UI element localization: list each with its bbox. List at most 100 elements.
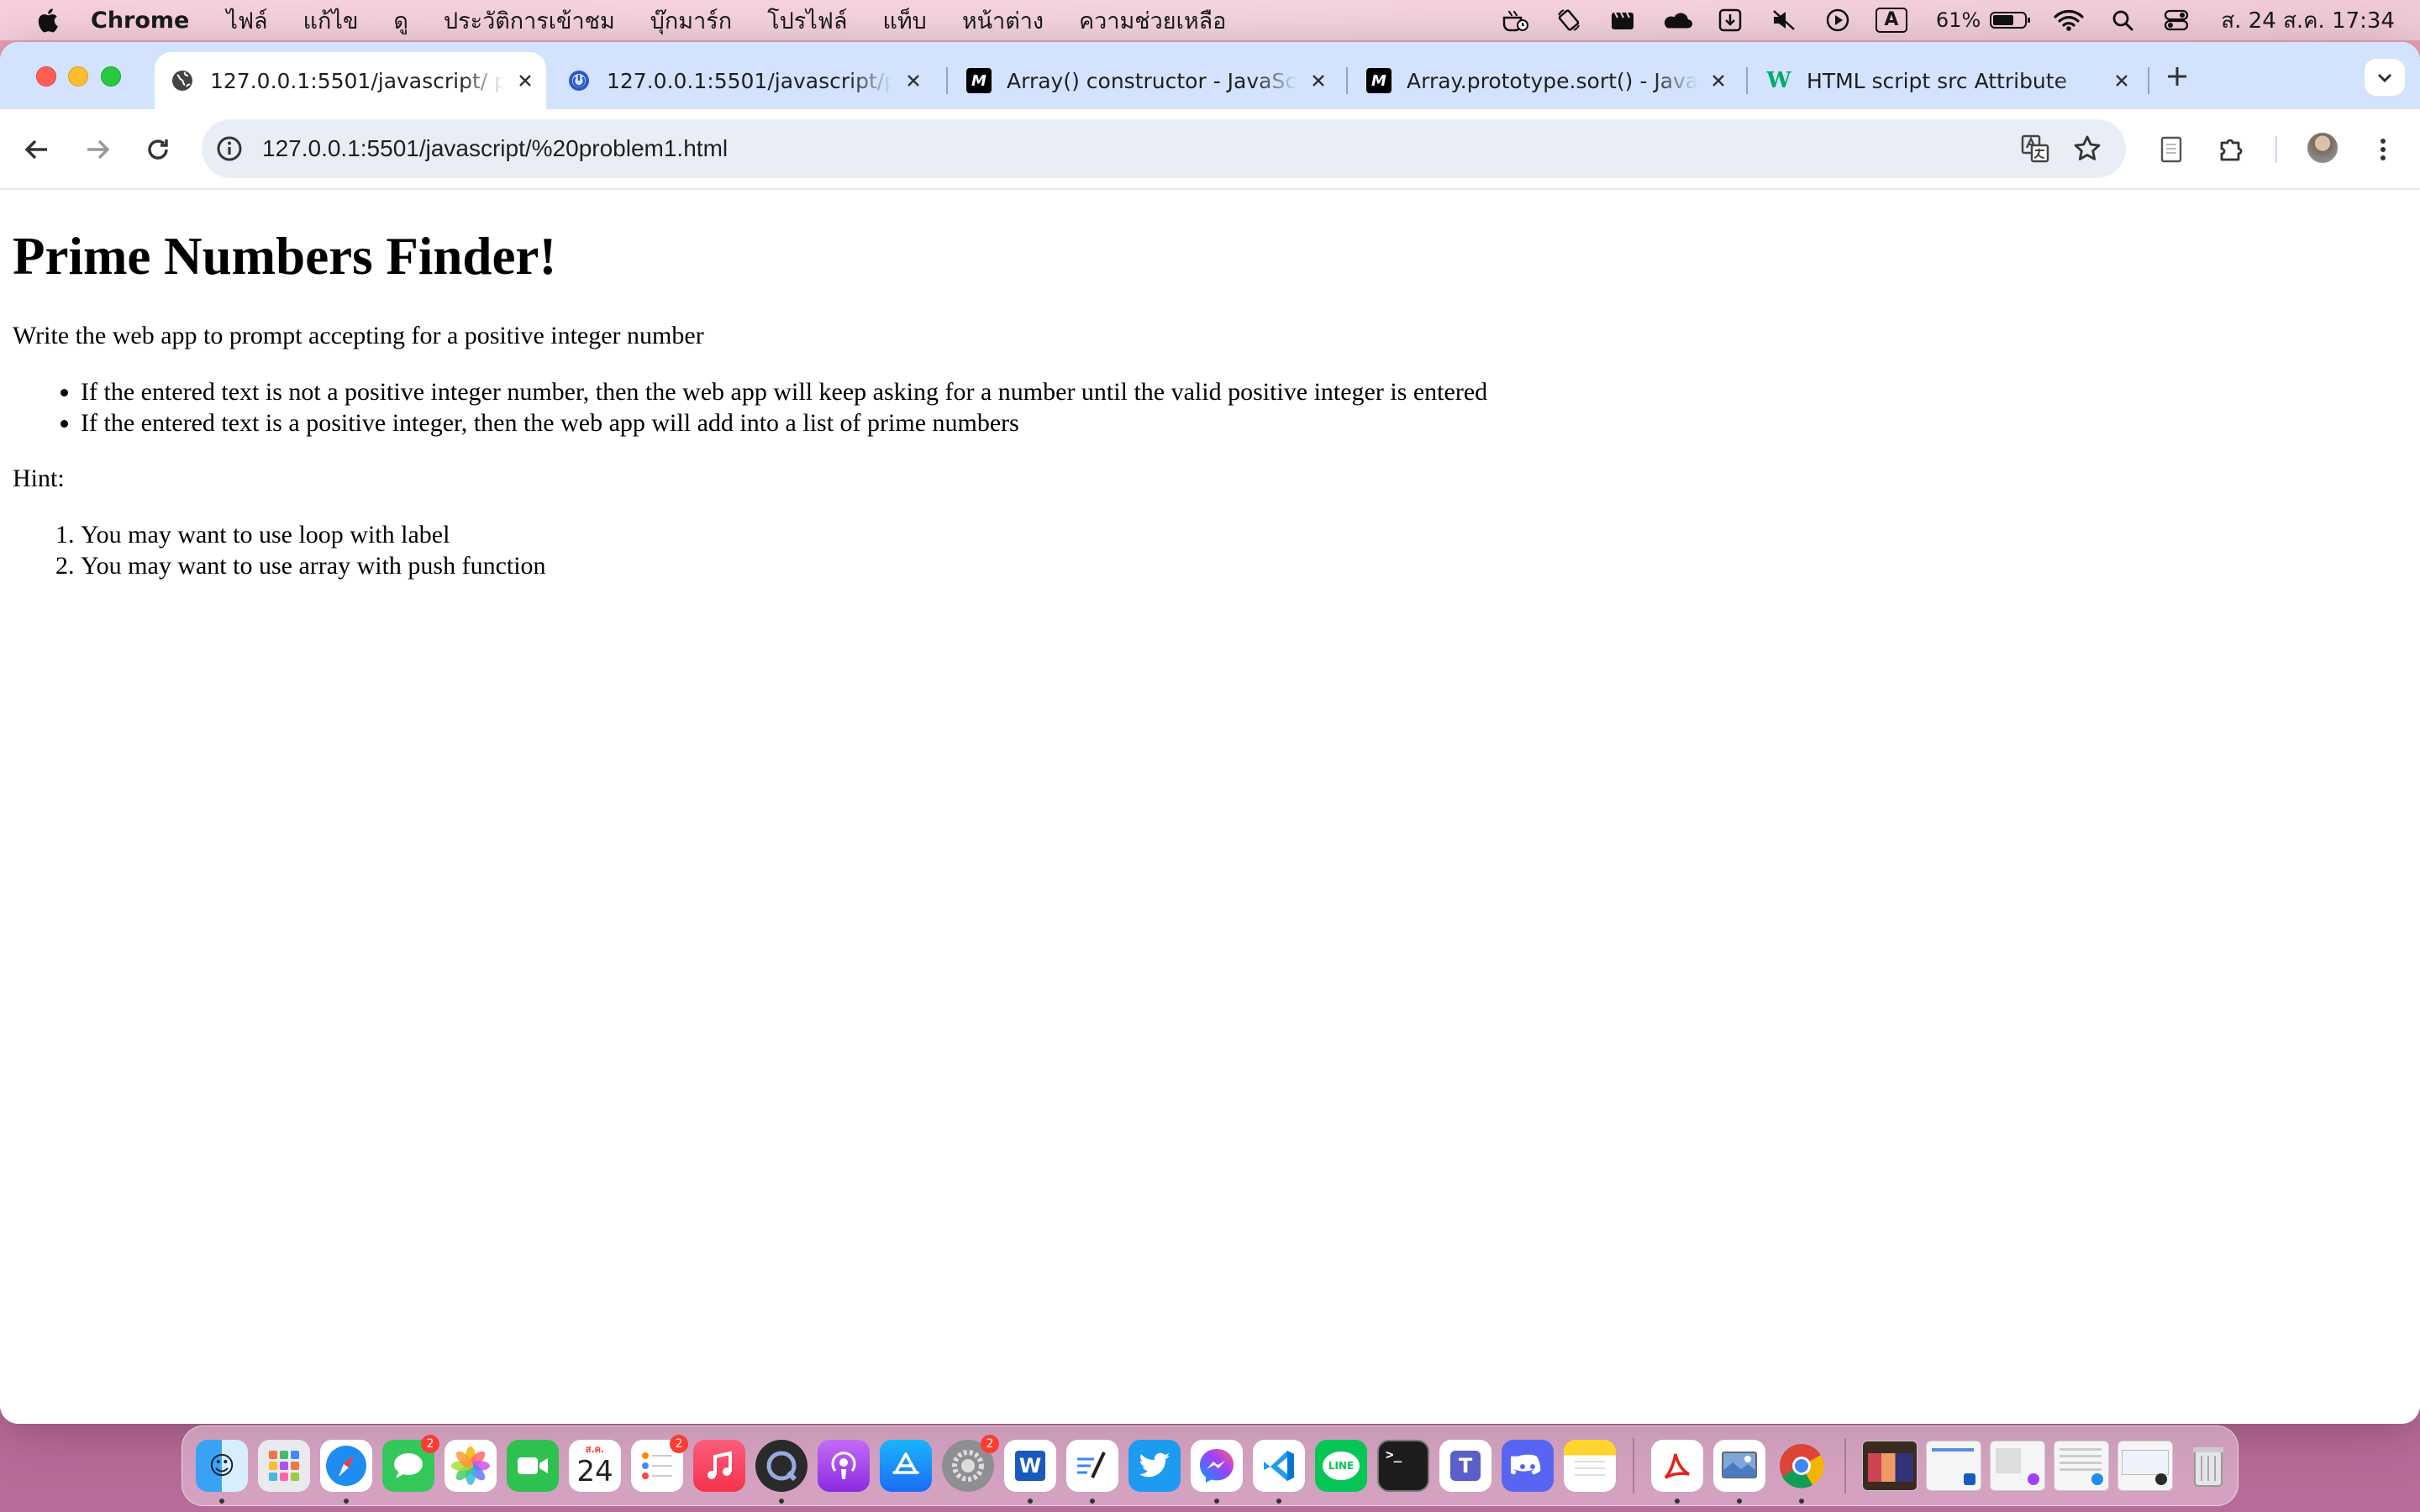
dock-divider <box>1633 1438 1634 1494</box>
twitter-icon[interactable] <box>1128 1440 1181 1492</box>
menu-window[interactable]: หน้าต่าง <box>962 3 1044 39</box>
menu-help[interactable]: ความช่วยเหลือ <box>1079 3 1226 39</box>
discord-icon[interactable] <box>1502 1440 1554 1492</box>
chrome-menu-kebab-icon[interactable] <box>2368 134 2398 165</box>
line-icon[interactable]: LINE <box>1315 1440 1367 1492</box>
play-icon[interactable] <box>1822 4 1854 36</box>
safari-icon[interactable] <box>320 1440 372 1504</box>
close-tab-icon[interactable] <box>2112 71 2131 90</box>
preview-icon[interactable] <box>1713 1440 1765 1504</box>
messages-icon[interactable]: 2 <box>382 1435 439 1492</box>
close-tab-icon[interactable] <box>516 71 534 90</box>
facetime-icon[interactable] <box>507 1440 559 1492</box>
tab-array-constructor[interactable]: M Array() constructor - JavaScript <box>951 52 1339 109</box>
minimized-window-thumbnail[interactable] <box>1862 1441 1918 1491</box>
hints-list: You may want to use loop with label You … <box>81 519 2407 581</box>
address-bar[interactable]: 127.0.0.1:5501/javascript/%20problem1.ht… <box>202 119 2126 178</box>
intro-paragraph: Write the web app to prompt accepting fo… <box>13 321 704 349</box>
mute-icon[interactable] <box>1768 4 1800 36</box>
tab-problem-live-server[interactable]: 127.0.0.1:5501/javascript/problem <box>551 52 934 109</box>
menubar-clock[interactable]: ส. 24 ส.ค. 17:34 <box>2221 3 2395 38</box>
reading-mode-icon[interactable] <box>2156 134 2186 165</box>
spotlight-search-icon[interactable] <box>2107 4 2139 36</box>
site-info-icon[interactable] <box>215 134 244 163</box>
close-tab-icon[interactable] <box>1309 71 1328 90</box>
podcasts-icon[interactable] <box>818 1440 870 1492</box>
close-window-button[interactable] <box>36 66 56 87</box>
control-center-icon[interactable] <box>2160 4 2192 36</box>
extensions-puzzle-icon[interactable] <box>2217 134 2247 165</box>
apple-menu-icon[interactable] <box>35 7 59 34</box>
coffee-icon[interactable] <box>1499 4 1531 36</box>
notes-icon[interactable] <box>1564 1440 1616 1492</box>
photos-icon[interactable] <box>445 1440 497 1492</box>
translate-icon[interactable] <box>2020 134 2050 164</box>
terminal-icon[interactable]: >_ <box>1377 1440 1429 1492</box>
tab-separator <box>1346 67 1348 94</box>
minimized-window-thumbnail[interactable] <box>1990 1441 2045 1491</box>
tab-array-sort[interactable]: M Array.prototype.sort() - JavaScript <box>1351 52 1739 109</box>
clapper-icon[interactable] <box>1607 4 1639 36</box>
mdn-icon: M <box>1366 68 1392 93</box>
quicktime-icon[interactable] <box>755 1440 808 1504</box>
back-arrow-icon[interactable] <box>22 134 52 165</box>
teams-icon[interactable]: T <box>1439 1440 1491 1492</box>
minimized-window-thumbnail[interactable] <box>2054 1441 2109 1491</box>
cloud-icon[interactable] <box>1660 4 1692 36</box>
profile-avatar[interactable] <box>2306 131 2339 165</box>
download-icon[interactable] <box>1714 4 1746 36</box>
acrobat-icon[interactable] <box>1651 1440 1703 1504</box>
word-icon[interactable]: W <box>1004 1440 1056 1504</box>
calendar-icon[interactable]: ส.ค. 24 <box>569 1440 621 1492</box>
app-store-icon[interactable] <box>880 1440 932 1492</box>
close-tab-icon[interactable] <box>904 71 923 90</box>
menu-view[interactable]: ดู <box>393 3 408 39</box>
bookmark-star-icon[interactable] <box>2072 134 2102 164</box>
menu-profiles[interactable]: โปรไฟล์ <box>767 3 847 39</box>
w3schools-icon: W <box>1766 68 1791 93</box>
minimized-window-thumbnail[interactable] <box>2118 1441 2173 1491</box>
tab-html-script-src[interactable]: W HTML script src Attribute <box>1751 52 2143 109</box>
freeform-icon[interactable] <box>1066 1440 1118 1504</box>
minimize-window-button[interactable] <box>68 66 88 87</box>
reminders-icon[interactable]: 2 <box>631 1435 688 1492</box>
chrome-icon[interactable] <box>1776 1440 1828 1504</box>
finder-icon[interactable]: ☺ <box>196 1440 248 1504</box>
list-item: If the entered text is a positive intege… <box>81 407 2407 438</box>
mdn-icon: M <box>966 68 992 93</box>
new-tab-plus-icon[interactable] <box>2165 64 2190 89</box>
running-indicator <box>1799 1499 1804 1504</box>
menu-bookmarks[interactable]: บุ๊กมาร์ก <box>650 3 732 39</box>
close-tab-icon[interactable] <box>1709 71 1728 90</box>
tab-search-button[interactable] <box>2365 59 2405 96</box>
menu-tab[interactable]: แท็บ <box>882 3 926 39</box>
menu-file[interactable]: ไฟล์ <box>226 3 267 39</box>
menu-history[interactable]: ประวัติการเข้าชม <box>444 3 615 39</box>
reload-icon[interactable] <box>143 134 173 165</box>
rotation-icon[interactable] <box>1553 4 1585 36</box>
list-item: If the entered text is not a positive in… <box>81 376 2407 407</box>
live-server-icon <box>569 71 589 91</box>
tab-separator <box>1746 67 1748 94</box>
launchpad-icon[interactable] <box>258 1440 310 1492</box>
tab-separator <box>2148 67 2149 94</box>
vscode-icon[interactable] <box>1253 1440 1305 1504</box>
app-menu-chrome[interactable]: Chrome <box>91 8 189 34</box>
menu-edit[interactable]: แก้ไข <box>303 3 359 39</box>
messenger-icon[interactable] <box>1191 1440 1243 1504</box>
running-indicator <box>779 1499 784 1504</box>
input-source-icon[interactable]: A <box>1875 4 1907 36</box>
forward-arrow-icon[interactable] <box>82 134 113 165</box>
running-indicator <box>1090 1499 1095 1504</box>
tab-problem1-active[interactable]: 127.0.0.1:5501/javascript/ problem1.html <box>155 52 546 109</box>
macos-menu-bar: Chrome ไฟล์ แก้ไข ดู ประวัติการเข้าชม บุ… <box>0 0 2420 40</box>
zoom-window-button[interactable] <box>101 66 121 87</box>
trash-icon[interactable] <box>2182 1440 2234 1492</box>
tab-title: HTML script src Attribute <box>1807 68 2067 93</box>
minimized-window-thumbnail[interactable] <box>1926 1441 1981 1491</box>
wifi-icon[interactable] <box>2053 4 2085 36</box>
battery-icon[interactable] <box>1989 4 2031 36</box>
url-text[interactable]: 127.0.0.1:5501/javascript/%20problem1.ht… <box>262 135 728 162</box>
system-settings-icon[interactable]: 2 <box>942 1435 999 1492</box>
music-icon[interactable] <box>693 1440 745 1492</box>
